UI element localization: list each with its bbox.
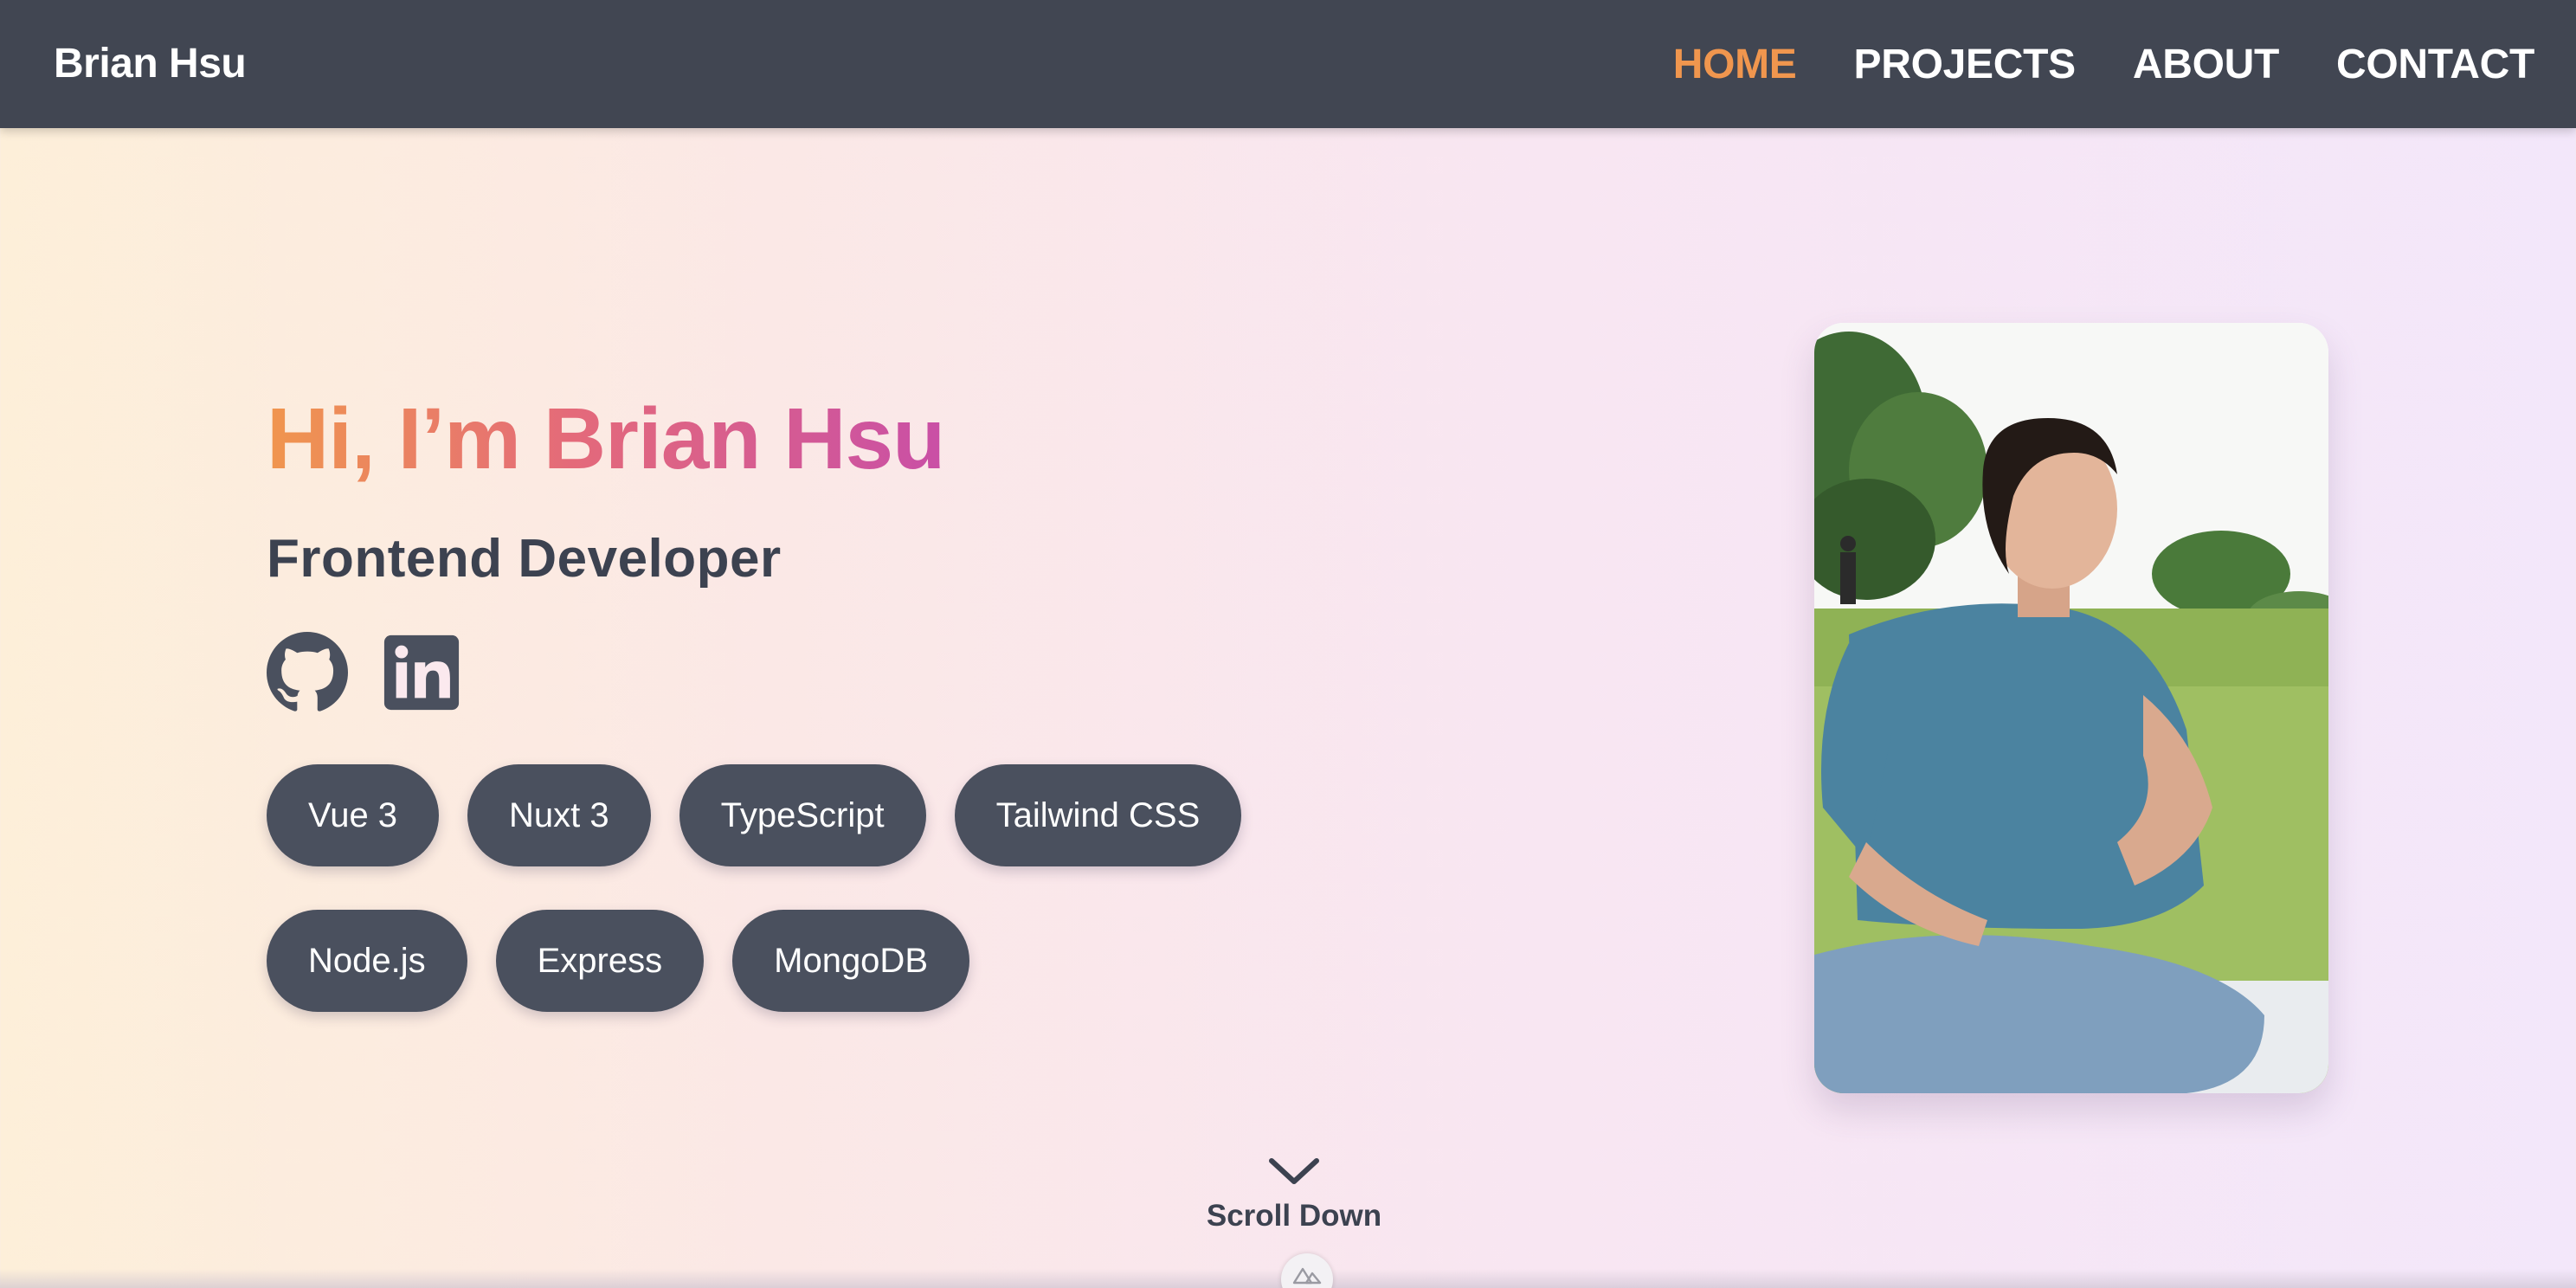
skill-tag: Nuxt 3 bbox=[467, 764, 651, 866]
scroll-down-label: Scroll Down bbox=[1206, 1199, 1382, 1233]
top-navbar: Brian Hsu HOME PROJECTS ABOUT CONTACT bbox=[0, 0, 2576, 128]
hero-role: Frontend Developer bbox=[267, 529, 782, 589]
nuxt-devtools-button[interactable] bbox=[1281, 1253, 1333, 1288]
nav-links: HOME PROJECTS ABOUT CONTACT bbox=[1673, 0, 2535, 128]
profile-photo bbox=[1814, 323, 2328, 1093]
chevron-down-icon bbox=[1269, 1158, 1319, 1184]
nav-link-home[interactable]: HOME bbox=[1673, 41, 1797, 88]
nav-link-projects[interactable]: PROJECTS bbox=[1854, 41, 2077, 88]
social-links bbox=[267, 632, 462, 713]
skill-tag: Express bbox=[495, 910, 705, 1012]
skill-tags-row-2: Node.js Express MongoDB bbox=[267, 910, 969, 1012]
nuxt-icon bbox=[1292, 1267, 1322, 1285]
hero-greeting: Hi, I’m Brian Hsu bbox=[267, 390, 945, 487]
nav-link-contact[interactable]: CONTACT bbox=[2336, 41, 2534, 88]
nav-link-about[interactable]: ABOUT bbox=[2133, 41, 2279, 88]
skill-tag: Node.js bbox=[267, 910, 467, 1012]
linkedin-icon[interactable] bbox=[381, 632, 462, 713]
skill-tag: Tailwind CSS bbox=[954, 764, 1242, 866]
skill-tags-row-1: Vue 3 Nuxt 3 TypeScript Tailwind CSS bbox=[267, 764, 1242, 866]
github-icon[interactable] bbox=[267, 632, 348, 713]
scroll-down-button[interactable]: Scroll Down bbox=[1206, 1156, 1382, 1233]
brand-name[interactable]: Brian Hsu bbox=[54, 0, 247, 128]
skill-tag: Vue 3 bbox=[267, 764, 440, 866]
skill-tag: TypeScript bbox=[679, 764, 926, 866]
skill-tag: MongoDB bbox=[732, 910, 969, 1012]
